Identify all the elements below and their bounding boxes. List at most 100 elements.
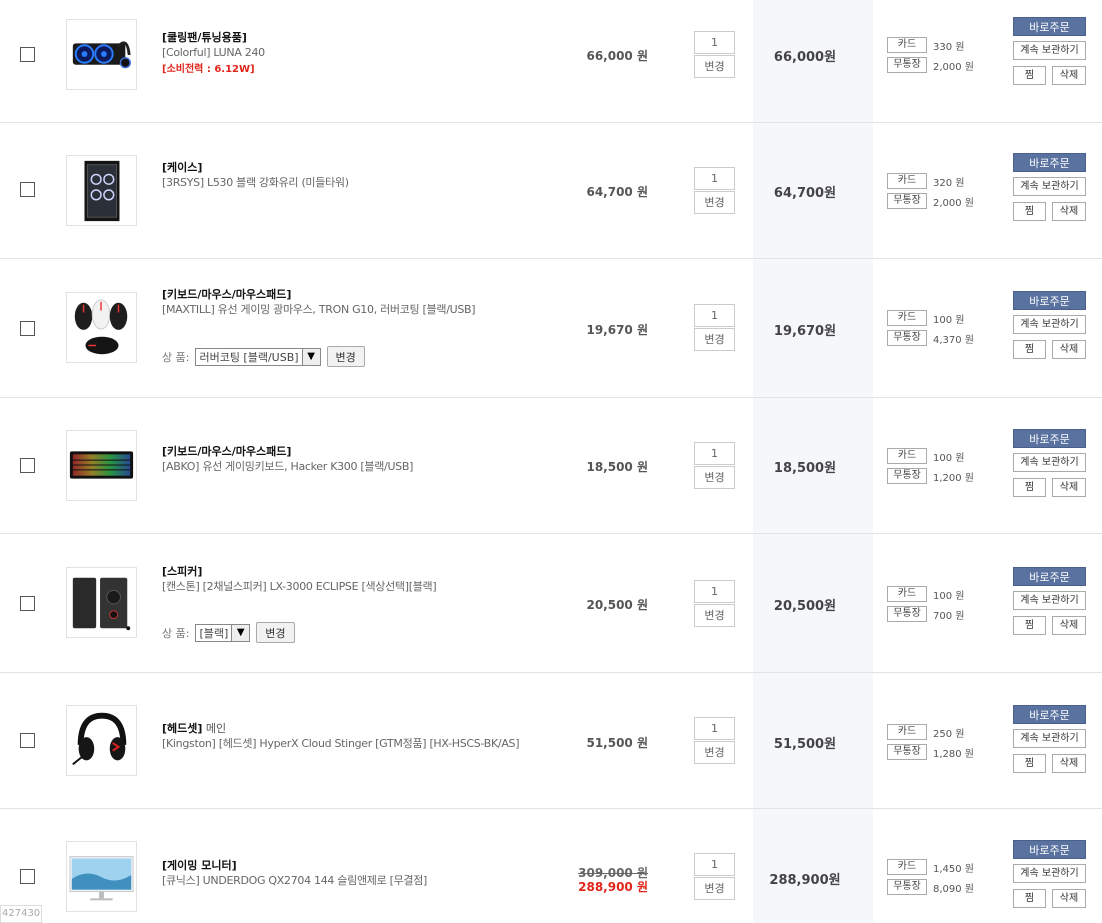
wishlist-button[interactable]: 찜 (1013, 66, 1046, 85)
delete-button[interactable]: 삭제 (1052, 66, 1086, 85)
card-point-label: 카드 (887, 173, 927, 189)
wishlist-button[interactable]: 찜 (1013, 754, 1046, 773)
product-thumbnail[interactable] (66, 292, 137, 363)
option-select[interactable]: [블랙] ▼ (195, 623, 251, 642)
cart-row: [케이스] [3RSYS] L530 블랙 강화유리 (미들타워) 64,700… (0, 123, 1102, 259)
mouse-image (74, 299, 128, 355)
keep-button[interactable]: 계속 보관하기 (1013, 729, 1086, 748)
buy-now-button[interactable]: 바로주문 (1013, 705, 1086, 724)
product-name[interactable]: [ABKO] 유선 게이밍키보드, Hacker K300 [블랙/USB] (162, 459, 572, 475)
cart-row: [스피커] [캔스톤] [2채널스피커] LX-3000 ECLIPSE [색상… (0, 534, 1102, 673)
cart-list: [쿨링팬/튜닝용품] [Colorful] LUNA 240 [소비전력 : 6… (0, 0, 1102, 923)
option-select[interactable]: 러버코팅 [블랙/USB] ▼ (195, 347, 321, 366)
card-point-label: 카드 (887, 859, 927, 875)
quantity-change-button[interactable]: 변경 (694, 466, 735, 489)
cash-point-label: 무통장 (887, 468, 927, 484)
cart-row: [키보드/마우스/마우스패드] [ABKO] 유선 게이밍키보드, Hacker… (0, 398, 1102, 534)
card-point-label: 카드 (887, 310, 927, 326)
quantity-input[interactable]: 1 (694, 717, 735, 740)
quantity-input[interactable]: 1 (694, 167, 735, 190)
quantity-input[interactable]: 1 (694, 580, 735, 603)
cash-point-value: 1,280 원 (933, 748, 975, 760)
buy-now-button[interactable]: 바로주문 (1013, 291, 1086, 310)
option-label: 상 품: (162, 350, 190, 364)
product-thumbnail[interactable] (66, 567, 137, 638)
quantity-input[interactable]: 1 (694, 853, 735, 876)
product-name[interactable]: [큐닉스] UNDERDOG QX2704 144 슬림앤제로 [무결점] (162, 873, 572, 889)
keep-button[interactable]: 계속 보관하기 (1013, 315, 1086, 334)
keep-button[interactable]: 계속 보관하기 (1013, 864, 1086, 883)
product-name[interactable]: [Kingston] [헤드셋] HyperX Cloud Stinger [G… (162, 736, 572, 752)
delete-button[interactable]: 삭제 (1052, 478, 1086, 497)
product-thumbnail[interactable] (66, 841, 137, 912)
row-total: 66,000원 (773, 50, 837, 65)
delete-button[interactable]: 삭제 (1052, 616, 1086, 635)
quantity-change-button[interactable]: 변경 (694, 877, 735, 900)
cash-point-value: 1,200 원 (933, 472, 975, 484)
product-name[interactable]: [MAXTILL] 유선 게이밍 광마우스, TRON G10, 러버코팅 [블… (162, 302, 572, 318)
product-category[interactable]: [키보드/마우스/마우스패드] (162, 444, 572, 459)
product-thumbnail[interactable] (66, 155, 137, 226)
keep-button[interactable]: 계속 보관하기 (1013, 41, 1086, 60)
select-checkbox[interactable] (20, 458, 35, 473)
quantity-change-button[interactable]: 변경 (694, 741, 735, 764)
product-name[interactable]: [캔스톤] [2채널스피커] LX-3000 ECLIPSE [색상선택][블랙… (162, 579, 572, 595)
select-checkbox[interactable] (20, 733, 35, 748)
quantity-input[interactable]: 1 (694, 442, 735, 465)
product-category[interactable]: [키보드/마우스/마우스패드] (162, 287, 572, 302)
product-thumbnail[interactable] (66, 705, 137, 776)
select-checkbox[interactable] (20, 182, 35, 197)
quantity-change-button[interactable]: 변경 (694, 604, 735, 627)
quantity-change-button[interactable]: 변경 (694, 55, 735, 78)
wishlist-button[interactable]: 찜 (1013, 478, 1046, 497)
product-category[interactable]: [스피커] (162, 564, 572, 579)
buy-now-button[interactable]: 바로주문 (1013, 840, 1086, 859)
sale-price: 288,900 원 (578, 880, 648, 894)
select-checkbox[interactable] (20, 321, 35, 336)
select-checkbox[interactable] (20, 47, 35, 62)
delete-button[interactable]: 삭제 (1052, 889, 1086, 908)
product-category[interactable]: [케이스] (162, 160, 572, 175)
wishlist-button[interactable]: 찜 (1013, 889, 1046, 908)
option-label: 상 품: (162, 626, 190, 640)
quantity-change-button[interactable]: 변경 (694, 191, 735, 214)
buy-now-button[interactable]: 바로주문 (1013, 153, 1086, 172)
quantity-change-button[interactable]: 변경 (694, 328, 735, 351)
select-checkbox[interactable] (20, 596, 35, 611)
card-point-value: 100 원 (933, 452, 965, 464)
card-point-value: 250 원 (933, 728, 965, 740)
buy-now-button[interactable]: 바로주문 (1013, 429, 1086, 448)
product-category[interactable]: [헤드셋] 메인 (162, 721, 572, 736)
cart-row: [쿨링팬/튜닝용품] [Colorful] LUNA 240 [소비전력 : 6… (0, 0, 1102, 123)
cash-point-label: 무통장 (887, 193, 927, 209)
product-category[interactable]: [게이밍 모니터] (162, 858, 572, 873)
corner-tooltip: 427430 (0, 905, 42, 923)
cash-point-label: 무통장 (887, 744, 927, 760)
product-name[interactable]: [3RSYS] L530 블랙 강화유리 (미들타워) (162, 175, 572, 191)
chevron-down-icon: ▼ (301, 348, 320, 365)
delete-button[interactable]: 삭제 (1052, 202, 1086, 221)
option-change-button[interactable]: 변경 (256, 622, 295, 643)
buy-now-button[interactable]: 바로주문 (1013, 567, 1086, 586)
card-point-value: 1,450 원 (933, 863, 975, 875)
delete-button[interactable]: 삭제 (1052, 754, 1086, 773)
keep-button[interactable]: 계속 보관하기 (1013, 453, 1086, 472)
buy-now-button[interactable]: 바로주문 (1013, 17, 1086, 36)
keep-button[interactable]: 계속 보관하기 (1013, 177, 1086, 196)
product-thumbnail[interactable] (66, 430, 137, 501)
unit-price: 51,500 원 (586, 736, 648, 750)
quantity-input[interactable]: 1 (694, 31, 735, 54)
wishlist-button[interactable]: 찜 (1013, 202, 1046, 221)
option-change-button[interactable]: 변경 (326, 346, 365, 367)
wishlist-button[interactable]: 찜 (1013, 616, 1046, 635)
delete-button[interactable]: 삭제 (1052, 340, 1086, 359)
wishlist-button[interactable]: 찜 (1013, 340, 1046, 359)
cart-row: [게이밍 모니터] [큐닉스] UNDERDOG QX2704 144 슬림앤제… (0, 809, 1102, 923)
product-name[interactable]: [Colorful] LUNA 240 (162, 45, 572, 61)
quantity-input[interactable]: 1 (694, 304, 735, 327)
product-category[interactable]: [쿨링팬/튜닝용품] (162, 30, 572, 45)
keep-button[interactable]: 계속 보관하기 (1013, 591, 1086, 610)
card-point-value: 100 원 (933, 314, 965, 326)
product-thumbnail[interactable] (66, 19, 137, 90)
select-checkbox[interactable] (20, 869, 35, 884)
